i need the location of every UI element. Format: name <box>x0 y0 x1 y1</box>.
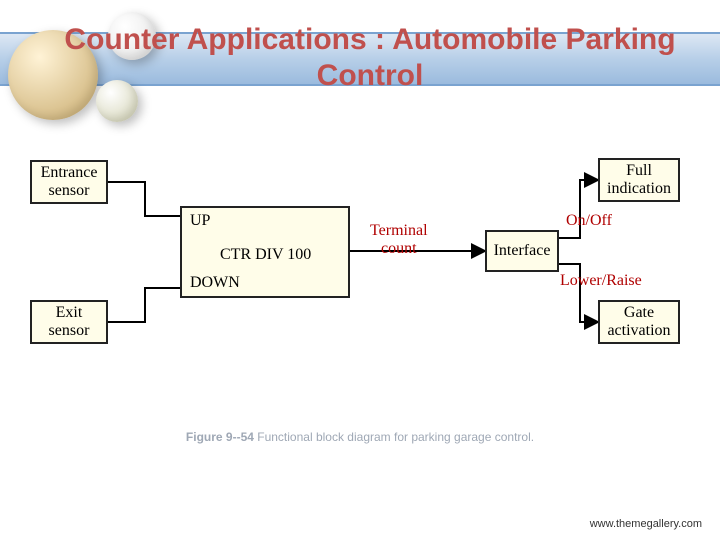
block-counter: UP CTR DIV 100 DOWN <box>180 206 350 298</box>
signal-lower-raise: Lower/Raise <box>560 272 642 290</box>
signal-on-off: On/Off <box>566 212 612 230</box>
counter-main-label: CTR DIV 100 <box>220 246 311 264</box>
page-title: Counter Applications : Automobile Parkin… <box>60 22 680 94</box>
block-interface: Interface <box>485 230 559 272</box>
block-full-indication: Fullindication <box>598 158 680 202</box>
counter-down-label: DOWN <box>190 274 240 292</box>
caption-text: Functional block diagram for parking gar… <box>254 430 534 444</box>
block-label: Fullindication <box>607 162 671 199</box>
block-label: Gateactivation <box>607 304 670 341</box>
block-entrance-sensor: Entrancesensor <box>30 160 108 204</box>
caption-figure-number: Figure 9--54 <box>186 430 254 444</box>
block-label: Exitsensor <box>49 304 90 341</box>
block-gate-activation: Gateactivation <box>598 300 680 344</box>
signal-terminal-count: Terminalcount <box>370 222 428 258</box>
counter-up-label: UP <box>190 212 210 230</box>
block-label: Interface <box>494 242 551 260</box>
block-exit-sensor: Exitsensor <box>30 300 108 344</box>
block-diagram: Entrancesensor Exitsensor UP CTR DIV 100… <box>30 150 690 410</box>
block-label: Entrancesensor <box>41 164 98 201</box>
figure-caption: Figure 9--54 Functional block diagram fo… <box>100 430 620 444</box>
footer-url: www.themegallery.com <box>590 518 702 530</box>
